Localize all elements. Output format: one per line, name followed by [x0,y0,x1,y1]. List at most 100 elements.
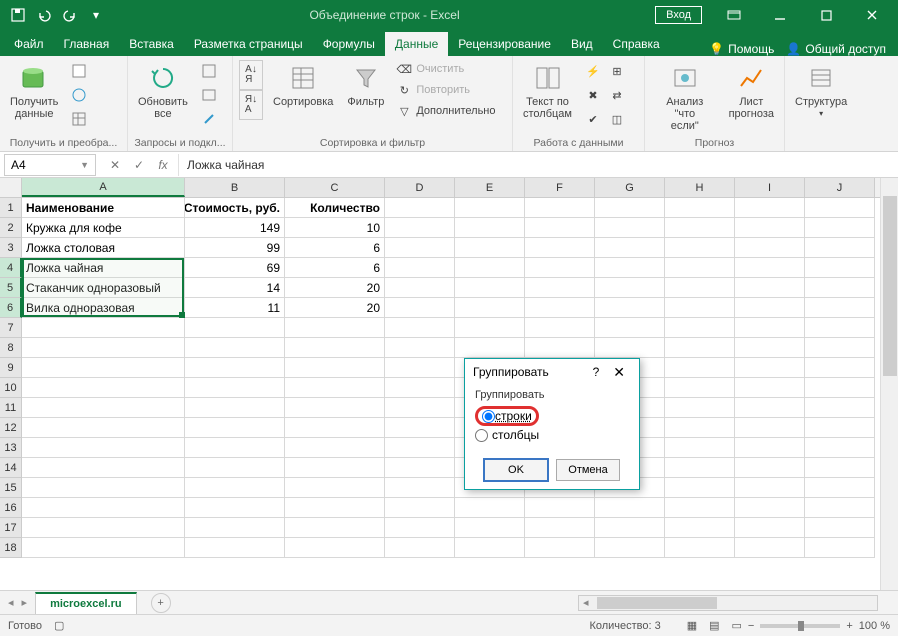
cell[interactable] [665,458,735,478]
cell[interactable] [595,198,665,218]
cell[interactable] [22,478,185,498]
cell[interactable] [185,538,285,558]
view-page-icon[interactable]: ▤ [703,619,725,632]
scrollbar-thumb[interactable] [883,196,897,376]
cell[interactable] [805,478,875,498]
tab-file[interactable]: Файл [4,32,54,56]
cell[interactable] [385,258,455,278]
row-header[interactable]: 13 [0,438,22,458]
cell[interactable] [805,218,875,238]
cell[interactable] [735,238,805,258]
cell[interactable] [805,418,875,438]
cell[interactable] [595,338,665,358]
select-all-corner[interactable] [0,178,22,197]
cell[interactable] [455,298,525,318]
advanced-filter-button[interactable]: ▽Дополнительно [394,102,497,120]
cell[interactable] [735,358,805,378]
cell[interactable] [805,318,875,338]
column-header[interactable]: B [185,178,285,197]
cell[interactable] [185,438,285,458]
row-header[interactable]: 8 [0,338,22,358]
row-header[interactable]: 1 [0,198,22,218]
dialog-help-button[interactable]: ? [585,365,608,379]
cell[interactable] [735,458,805,478]
cell[interactable] [665,258,735,278]
dialog-titlebar[interactable]: Группировать ? ✕ [465,359,639,385]
cell[interactable] [185,458,285,478]
cell[interactable] [525,338,595,358]
cell[interactable] [185,498,285,518]
fx-icon[interactable]: fx [152,154,174,176]
cell[interactable] [735,378,805,398]
cell[interactable] [805,458,875,478]
row-header[interactable]: 15 [0,478,22,498]
cell[interactable] [805,398,875,418]
cell[interactable] [22,538,185,558]
undo-icon[interactable] [32,3,56,27]
scrollbar-thumb[interactable] [597,597,717,609]
data-model-icon[interactable]: ◫ [606,108,628,130]
ok-button[interactable]: OK [484,459,548,481]
cell[interactable] [455,278,525,298]
cell[interactable] [455,338,525,358]
cell[interactable] [735,198,805,218]
name-box[interactable]: A4▼ [4,154,96,176]
cell[interactable] [455,318,525,338]
cell[interactable] [525,538,595,558]
cancel-formula-icon[interactable]: ✕ [104,154,126,176]
cell[interactable] [285,498,385,518]
row-header[interactable]: 5 [0,278,22,298]
cell[interactable]: 20 [285,278,385,298]
cell[interactable] [665,318,735,338]
cell[interactable]: Количество [285,198,385,218]
cell[interactable] [285,538,385,558]
cell[interactable] [525,238,595,258]
cell[interactable] [22,358,185,378]
ribbon-options-icon[interactable] [712,1,756,29]
cell[interactable] [455,498,525,518]
dialog-close-button[interactable]: ✕ [607,364,631,381]
cell[interactable] [385,358,455,378]
cell[interactable] [735,518,805,538]
sheet-nav-next-icon[interactable]: ▸ [22,596,28,609]
qat-customize-icon[interactable]: ▾ [84,3,108,27]
cell[interactable] [805,378,875,398]
row-header[interactable]: 11 [0,398,22,418]
cell[interactable] [805,538,875,558]
cell[interactable] [385,478,455,498]
cell[interactable] [735,258,805,278]
login-button[interactable]: Вход [655,6,702,24]
cell[interactable] [185,398,285,418]
cell[interactable] [735,318,805,338]
cell[interactable] [665,238,735,258]
row-header[interactable]: 18 [0,538,22,558]
cell[interactable] [455,218,525,238]
cell[interactable]: 6 [285,238,385,258]
consolidate-icon[interactable]: ⊞ [606,60,628,82]
cell[interactable] [735,478,805,498]
cell[interactable] [22,318,185,338]
zoom-slider[interactable] [760,624,840,628]
cell[interactable] [805,498,875,518]
cell[interactable] [525,218,595,238]
row-header[interactable]: 2 [0,218,22,238]
cell[interactable] [735,418,805,438]
cell[interactable] [22,458,185,478]
cell[interactable] [595,538,665,558]
cell[interactable] [735,338,805,358]
cell[interactable]: 10 [285,218,385,238]
tab-home[interactable]: Главная [54,32,120,56]
cell[interactable] [185,378,285,398]
cell[interactable] [385,238,455,258]
cell[interactable] [665,518,735,538]
cell[interactable] [525,318,595,338]
column-header[interactable]: F [525,178,595,197]
cell[interactable] [735,498,805,518]
cell[interactable] [455,198,525,218]
cell[interactable] [735,218,805,238]
row-header[interactable]: 7 [0,318,22,338]
cell[interactable] [385,298,455,318]
cell[interactable] [525,498,595,518]
cell[interactable] [22,498,185,518]
relationships-icon[interactable]: ⇄ [606,84,628,106]
